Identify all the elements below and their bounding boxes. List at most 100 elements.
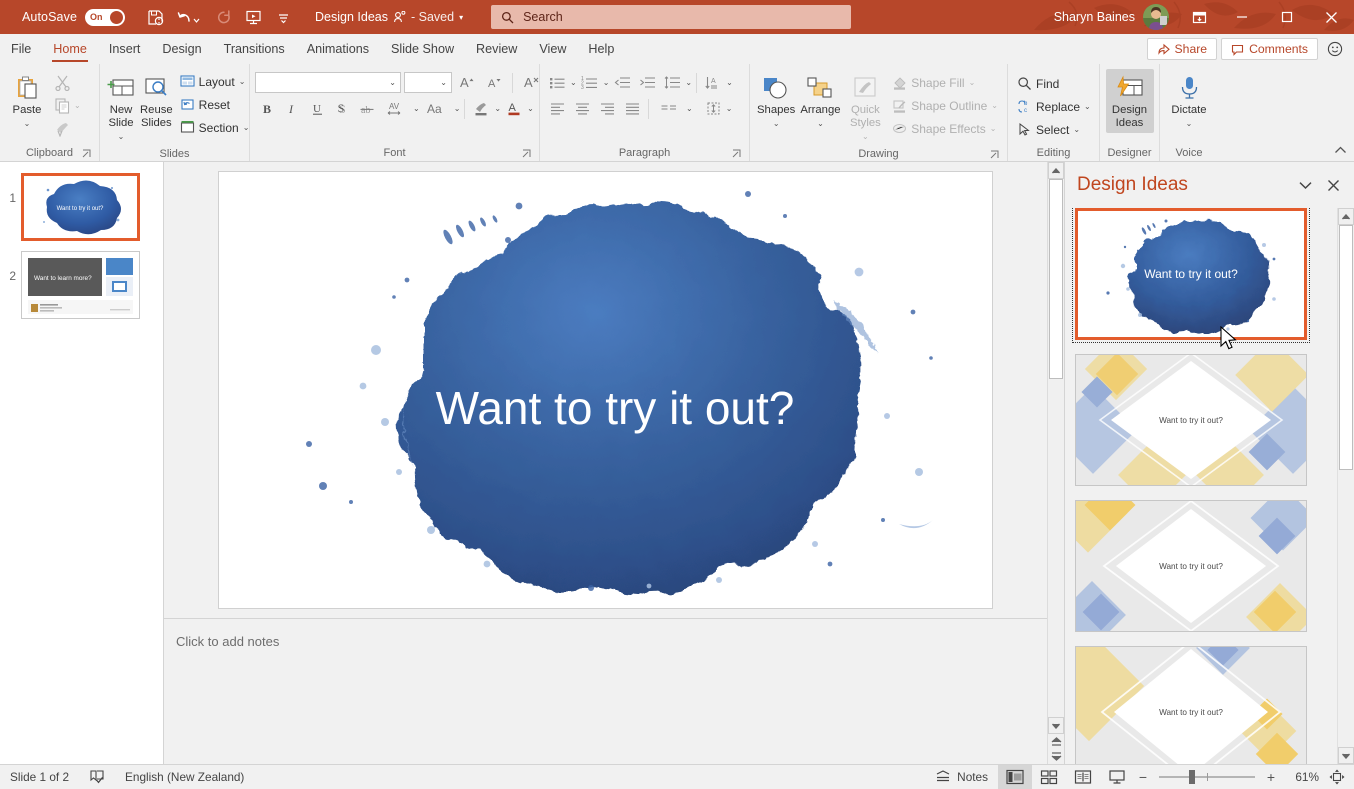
next-slide-button[interactable]: [1048, 749, 1064, 764]
sort-dropdown-icon[interactable]: ⌄: [726, 78, 733, 87]
quick-styles-dropdown-icon[interactable]: ⌄: [862, 130, 869, 143]
line-spacing-dropdown-icon[interactable]: ⌄: [685, 78, 692, 87]
align-center-button[interactable]: [570, 97, 594, 120]
zoom-slider-handle[interactable]: [1189, 770, 1195, 784]
autosave-toggle[interactable]: On: [85, 8, 126, 26]
scroll-down-button[interactable]: [1048, 717, 1064, 734]
current-slide[interactable]: Want to try it out? Want to try it out?: [219, 172, 992, 608]
align-left-button[interactable]: [545, 97, 569, 120]
zoom-slider[interactable]: [1159, 767, 1255, 787]
change-case-button[interactable]: Aa: [421, 97, 453, 120]
select-dropdown-icon[interactable]: ⌄: [1073, 125, 1080, 134]
font-size-input[interactable]: ⌄: [404, 72, 452, 93]
close-button[interactable]: [1309, 0, 1354, 34]
scroll-track[interactable]: [1048, 179, 1064, 717]
slide-counter[interactable]: Slide 1 of 2: [0, 765, 79, 789]
design-scroll-up-button[interactable]: [1338, 208, 1354, 225]
saved-dropdown-icon[interactable]: ▾: [459, 13, 463, 22]
font-color-dropdown-icon[interactable]: ⌄: [527, 104, 534, 113]
clipboard-dialog-launcher-icon[interactable]: [82, 149, 92, 159]
decrease-font-size-button[interactable]: A: [482, 71, 506, 94]
maximize-button[interactable]: [1264, 0, 1309, 34]
tab-transitions[interactable]: Transitions: [213, 34, 296, 64]
design-scroll-down-button[interactable]: [1338, 747, 1354, 764]
avatar[interactable]: [1143, 4, 1169, 30]
collapse-ribbon-icon[interactable]: [1332, 143, 1348, 157]
tab-help[interactable]: Help: [577, 34, 625, 64]
close-icon[interactable]: [1320, 172, 1346, 198]
replace-dropdown-icon[interactable]: ⌄: [1084, 102, 1091, 111]
design-scroll-thumb[interactable]: [1339, 225, 1353, 470]
sort-button[interactable]: A: [701, 71, 725, 94]
font-dialog-launcher-icon[interactable]: [522, 149, 532, 159]
align-text-button[interactable]: [702, 97, 726, 120]
format-painter-button[interactable]: [50, 117, 74, 140]
bold-button[interactable]: B: [255, 97, 279, 120]
dictate-button[interactable]: Dictate ⌄: [1166, 69, 1212, 133]
text-highlight-button[interactable]: [469, 97, 493, 120]
tab-slide-show[interactable]: Slide Show: [380, 34, 465, 64]
tab-design[interactable]: Design: [151, 34, 212, 64]
shape-effects-button[interactable]: Shape Effects ⌄: [888, 117, 1002, 140]
increase-indent-button[interactable]: [635, 71, 659, 94]
spell-check-icon[interactable]: [79, 765, 115, 789]
scroll-thumb[interactable]: [1049, 179, 1063, 379]
undo-icon[interactable]: [171, 4, 207, 30]
normal-view-button[interactable]: [998, 764, 1032, 789]
shapes-dropdown-icon[interactable]: ⌄: [773, 117, 780, 130]
design-idea-4[interactable]: Want to try it out? Want to try it out?: [1075, 646, 1307, 764]
user-name[interactable]: Sharyn Baines: [1054, 10, 1135, 24]
customize-quick-access-toolbar-icon[interactable]: [269, 4, 297, 30]
reuse-slides-button[interactable]: Reuse Slides: [138, 69, 175, 133]
start-presentation-icon[interactable]: [239, 4, 267, 30]
notes-pane[interactable]: Click to add notes: [164, 618, 1047, 764]
copy-button[interactable]: [50, 94, 74, 117]
slide-thumbnail-1[interactable]: Want to try it out?: [21, 173, 140, 241]
arrange-button[interactable]: Arrange ⌄: [798, 69, 842, 133]
minimize-button[interactable]: [1219, 0, 1264, 34]
columns-dropdown-icon[interactable]: ⌄: [686, 104, 693, 113]
chevron-down-icon[interactable]: [1292, 172, 1318, 198]
character-spacing-button[interactable]: AV: [380, 97, 412, 120]
fit-to-window-icon[interactable]: [1326, 767, 1348, 787]
design-idea-2[interactable]: Want to try it out? Want to try it out?: [1075, 354, 1307, 486]
bullets-dropdown-icon[interactable]: ⌄: [570, 78, 577, 87]
reset-button[interactable]: Reset: [176, 93, 254, 116]
previous-slide-button[interactable]: [1048, 734, 1064, 749]
shapes-button[interactable]: Shapes ⌄: [755, 69, 797, 133]
layout-button[interactable]: Layout ⌄: [176, 70, 254, 93]
section-button[interactable]: Section ⌄: [176, 116, 254, 139]
shape-fill-button[interactable]: Shape Fill ⌄: [888, 71, 1002, 94]
reading-view-button[interactable]: [1066, 765, 1100, 789]
paragraph-dialog-launcher-icon[interactable]: [732, 149, 742, 159]
tab-view[interactable]: View: [528, 34, 577, 64]
shape-outline-button[interactable]: Shape Outline ⌄: [888, 94, 1002, 117]
design-ideas-scrollbar[interactable]: [1337, 208, 1354, 764]
scroll-up-button[interactable]: [1048, 162, 1064, 179]
align-text-dropdown-icon[interactable]: ⌄: [726, 104, 733, 113]
language-indicator[interactable]: English (New Zealand): [115, 765, 254, 789]
numbering-button[interactable]: 123: [578, 71, 602, 94]
justify-button[interactable]: [620, 97, 644, 120]
comments-button[interactable]: Comments: [1221, 38, 1318, 60]
slide-scrollbar[interactable]: [1047, 162, 1064, 764]
design-ideas-button[interactable]: Design Ideas: [1105, 69, 1154, 133]
design-scroll-track[interactable]: [1338, 225, 1354, 747]
notes-button[interactable]: Notes: [925, 765, 998, 789]
font-name-input[interactable]: ⌄: [255, 72, 401, 93]
strikethrough-button[interactable]: ab: [355, 97, 379, 120]
select-button[interactable]: Select ⌄: [1013, 118, 1095, 141]
underline-button[interactable]: U: [305, 97, 329, 120]
align-right-button[interactable]: [595, 97, 619, 120]
increase-font-size-button[interactable]: A: [455, 71, 479, 94]
ribbon-display-options-button[interactable]: [1179, 0, 1219, 34]
decrease-indent-button[interactable]: [610, 71, 634, 94]
find-button[interactable]: Find: [1013, 72, 1095, 95]
shape-outline-dropdown-icon[interactable]: ⌄: [991, 101, 998, 110]
font-color-button[interactable]: A: [502, 97, 526, 120]
dictate-dropdown-icon[interactable]: ⌄: [1186, 117, 1193, 130]
design-idea-1[interactable]: Want to try it out? Want to try it out?: [1072, 208, 1310, 343]
zoom-in-button[interactable]: +: [1262, 767, 1280, 787]
text-highlight-dropdown-icon[interactable]: ⌄: [494, 104, 501, 113]
shape-effects-dropdown-icon[interactable]: ⌄: [990, 124, 997, 133]
